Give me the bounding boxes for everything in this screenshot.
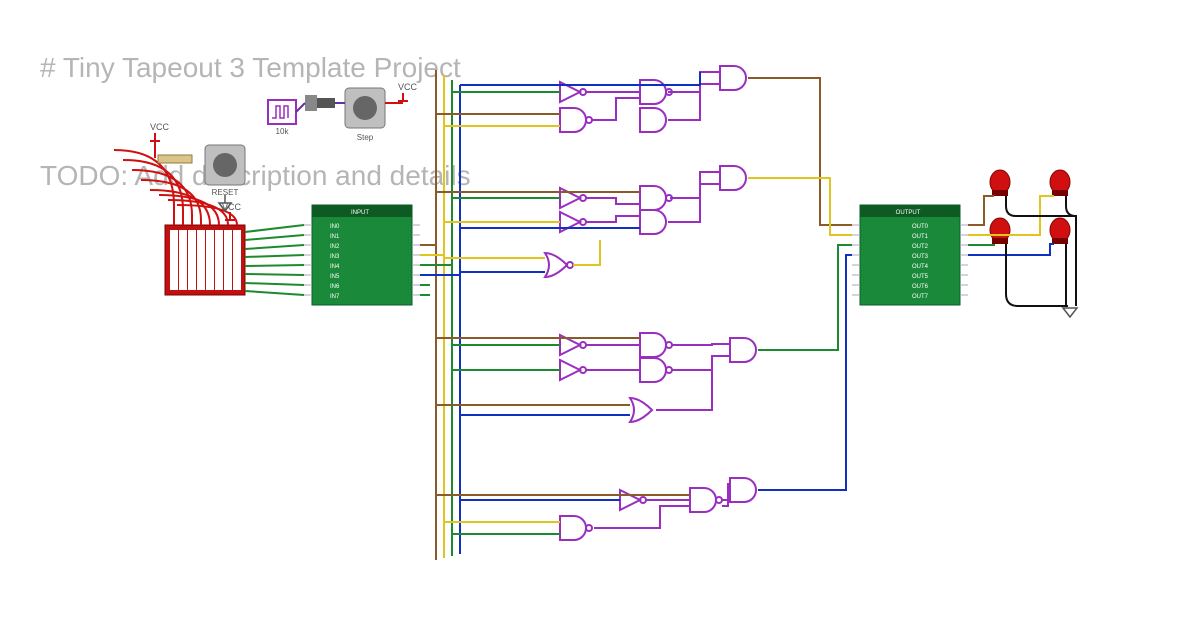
svg-text:OUT2: OUT2	[912, 244, 929, 250]
led-2	[990, 218, 1010, 244]
clock-icon	[268, 100, 296, 124]
svg-text:VCC: VCC	[150, 122, 170, 132]
led-3	[1050, 218, 1070, 244]
vcc-label-dip: VCC	[222, 202, 242, 212]
svg-text:IN3: IN3	[330, 254, 340, 260]
svg-text:OUT4: OUT4	[912, 264, 929, 270]
clock-step-area: 10k Step VCC	[268, 82, 418, 142]
slide-switch[interactable]	[305, 95, 335, 111]
schematic-canvas: INPUT IN0 IN1 IN2 IN3 IN4 IN5 IN6 IN7	[0, 0, 1200, 630]
svg-text:OUT3: OUT3	[912, 254, 929, 260]
logic-group-4	[560, 478, 756, 540]
svg-text:IN0: IN0	[330, 224, 340, 230]
resistor	[158, 155, 192, 163]
vcc-reset-area: VCC RESET	[150, 122, 245, 211]
step-button[interactable]: Step	[345, 88, 385, 142]
logic-group-1	[560, 66, 746, 132]
ground-icon	[1063, 308, 1077, 317]
svg-text:OUT7: OUT7	[912, 294, 929, 300]
led-0	[990, 170, 1010, 196]
svg-text:IN2: IN2	[330, 244, 340, 250]
logic-group-2	[545, 166, 746, 277]
led-1	[1050, 170, 1070, 196]
svg-text:Step: Step	[357, 133, 374, 142]
svg-text:OUT1: OUT1	[912, 234, 929, 240]
input-block: INPUT IN0 IN1 IN2 IN3 IN4 IN5 IN6 IN7	[304, 205, 420, 305]
svg-text:IN5: IN5	[330, 274, 340, 280]
svg-text:IN7: IN7	[330, 294, 340, 300]
svg-text:IN6: IN6	[330, 284, 340, 290]
svg-text:OUT6: OUT6	[912, 284, 929, 290]
reset-button[interactable]: RESET	[205, 145, 245, 197]
output-block-title: OUTPUT	[896, 210, 921, 216]
svg-text:OUT0: OUT0	[912, 224, 929, 230]
svg-text:VCC: VCC	[398, 82, 418, 92]
svg-text:10k: 10k	[276, 127, 290, 136]
svg-text:IN1: IN1	[330, 234, 340, 240]
svg-text:OUT5: OUT5	[912, 274, 929, 280]
led-array	[968, 170, 1077, 317]
output-block: OUTPUT OUT0 OUT1 OUT2 OUT3 OUT4 OUT5 OUT…	[852, 205, 968, 305]
logic-group-3	[560, 333, 756, 422]
input-block-title: INPUT	[351, 210, 369, 216]
wire-bus	[420, 70, 852, 560]
svg-text:IN4: IN4	[330, 264, 340, 270]
